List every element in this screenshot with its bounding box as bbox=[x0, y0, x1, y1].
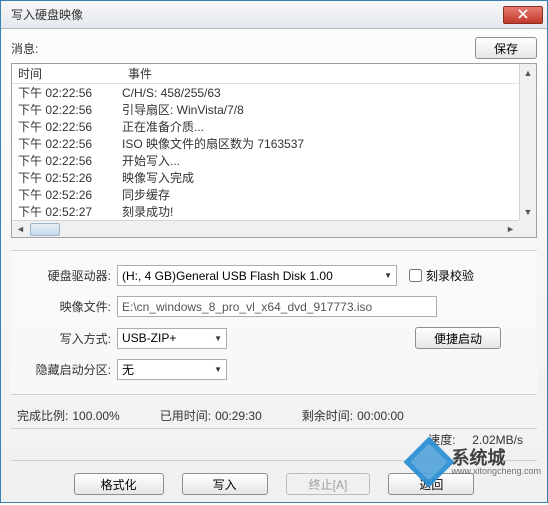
scroll-corner bbox=[519, 220, 536, 237]
col-header-time: 时间 bbox=[12, 63, 122, 84]
log-row[interactable]: 下午 02:52:27刻录成功! bbox=[12, 203, 536, 217]
scroll-track[interactable] bbox=[520, 81, 536, 203]
verify-checkbox[interactable]: 刻录校验 bbox=[409, 267, 474, 284]
remain-label: 剩余时间: bbox=[302, 407, 353, 424]
vertical-scrollbar[interactable]: ▲ ▼ bbox=[519, 64, 536, 220]
remain-value: 00:00:00 bbox=[357, 409, 404, 423]
log-row[interactable]: 下午 02:22:56C/H/S: 458/255/63 bbox=[12, 84, 536, 101]
chevron-down-icon: ▼ bbox=[384, 271, 392, 280]
horizontal-scrollbar[interactable]: ◄ ► bbox=[12, 220, 519, 237]
log-body: 下午 02:22:56C/H/S: 458/255/63 下午 02:22:56… bbox=[12, 84, 536, 217]
log-row[interactable]: 下午 02:52:26映像写入完成 bbox=[12, 169, 536, 186]
watermark-logo-icon bbox=[404, 437, 455, 488]
message-row: 消息: 保存 bbox=[11, 37, 537, 59]
log-row[interactable]: 下午 02:22:56开始写入... bbox=[12, 152, 536, 169]
close-button[interactable] bbox=[503, 6, 543, 24]
mode-label: 写入方式: bbox=[17, 330, 117, 347]
quick-boot-button[interactable]: 便捷启动 bbox=[415, 327, 501, 349]
message-label: 消息: bbox=[11, 40, 38, 57]
format-button[interactable]: 格式化 bbox=[74, 473, 164, 495]
abort-button: 终止[A] bbox=[286, 473, 371, 495]
log-row[interactable]: 下午 02:52:26同步缓存 bbox=[12, 186, 536, 203]
log-row[interactable]: 下午 02:22:56引导扇区: WinVista/7/8 bbox=[12, 101, 536, 118]
log-row[interactable]: 下午 02:22:56ISO 映像文件的扇区数为 7163537 bbox=[12, 135, 536, 152]
chevron-down-icon: ▼ bbox=[214, 334, 222, 343]
scroll-right-icon[interactable]: ► bbox=[502, 224, 519, 234]
window-title: 写入硬盘映像 bbox=[11, 6, 83, 23]
mode-row: 写入方式: USB-ZIP+ ▼ 便捷启动 bbox=[17, 327, 531, 349]
image-path-input[interactable] bbox=[117, 296, 437, 317]
col-header-event: 事件 bbox=[122, 63, 536, 84]
save-button[interactable]: 保存 bbox=[475, 37, 537, 59]
write-button[interactable]: 写入 bbox=[182, 473, 268, 495]
drive-label: 硬盘驱动器: bbox=[17, 267, 117, 284]
used-label: 已用时间: bbox=[160, 407, 211, 424]
dialog-window: 写入硬盘映像 消息: 保存 时间 事件 下午 02:22:56C/H/S: 45… bbox=[0, 0, 548, 503]
scroll-up-icon[interactable]: ▲ bbox=[520, 64, 536, 81]
write-mode-select[interactable]: USB-ZIP+ ▼ bbox=[117, 328, 227, 349]
log-header: 时间 事件 bbox=[12, 64, 536, 84]
content: 消息: 保存 时间 事件 下午 02:22:56C/H/S: 458/255/6… bbox=[1, 29, 547, 505]
scroll-down-icon[interactable]: ▼ bbox=[520, 203, 536, 220]
scroll-left-icon[interactable]: ◄ bbox=[12, 224, 29, 234]
pct-value: 100.00% bbox=[72, 409, 119, 423]
chevron-down-icon: ▼ bbox=[214, 365, 222, 374]
titlebar: 写入硬盘映像 bbox=[1, 1, 547, 29]
used-value: 00:29:30 bbox=[215, 409, 262, 423]
drive-row: 硬盘驱动器: (H:, 4 GB)General USB Flash Disk … bbox=[17, 265, 531, 286]
close-icon bbox=[518, 8, 528, 22]
log-list: 时间 事件 下午 02:22:56C/H/S: 458/255/63 下午 02… bbox=[11, 63, 537, 238]
log-row[interactable]: 下午 02:22:56正在准备介质... bbox=[12, 118, 536, 135]
progress-stats: 完成比例: 100.00% 已用时间: 00:29:30 剩余时间: 00:00… bbox=[11, 395, 537, 428]
scroll-thumb[interactable] bbox=[30, 223, 60, 236]
watermark-text: 系统城 www.xitongcheng.com bbox=[451, 449, 541, 476]
pct-label: 完成比例: bbox=[17, 407, 68, 424]
hidden-row: 隐藏启动分区: 无 ▼ bbox=[17, 359, 531, 380]
drive-select[interactable]: (H:, 4 GB)General USB Flash Disk 1.00 ▼ bbox=[117, 265, 397, 286]
image-label: 映像文件: bbox=[17, 298, 117, 315]
hidden-partition-select[interactable]: 无 ▼ bbox=[117, 359, 227, 380]
settings-group: 硬盘驱动器: (H:, 4 GB)General USB Flash Disk … bbox=[11, 250, 537, 395]
hidden-label: 隐藏启动分区: bbox=[17, 361, 117, 378]
verify-checkbox-input[interactable] bbox=[409, 269, 422, 282]
image-row: 映像文件: bbox=[17, 296, 531, 317]
watermark: 系统城 www.xitongcheng.com bbox=[411, 444, 541, 480]
